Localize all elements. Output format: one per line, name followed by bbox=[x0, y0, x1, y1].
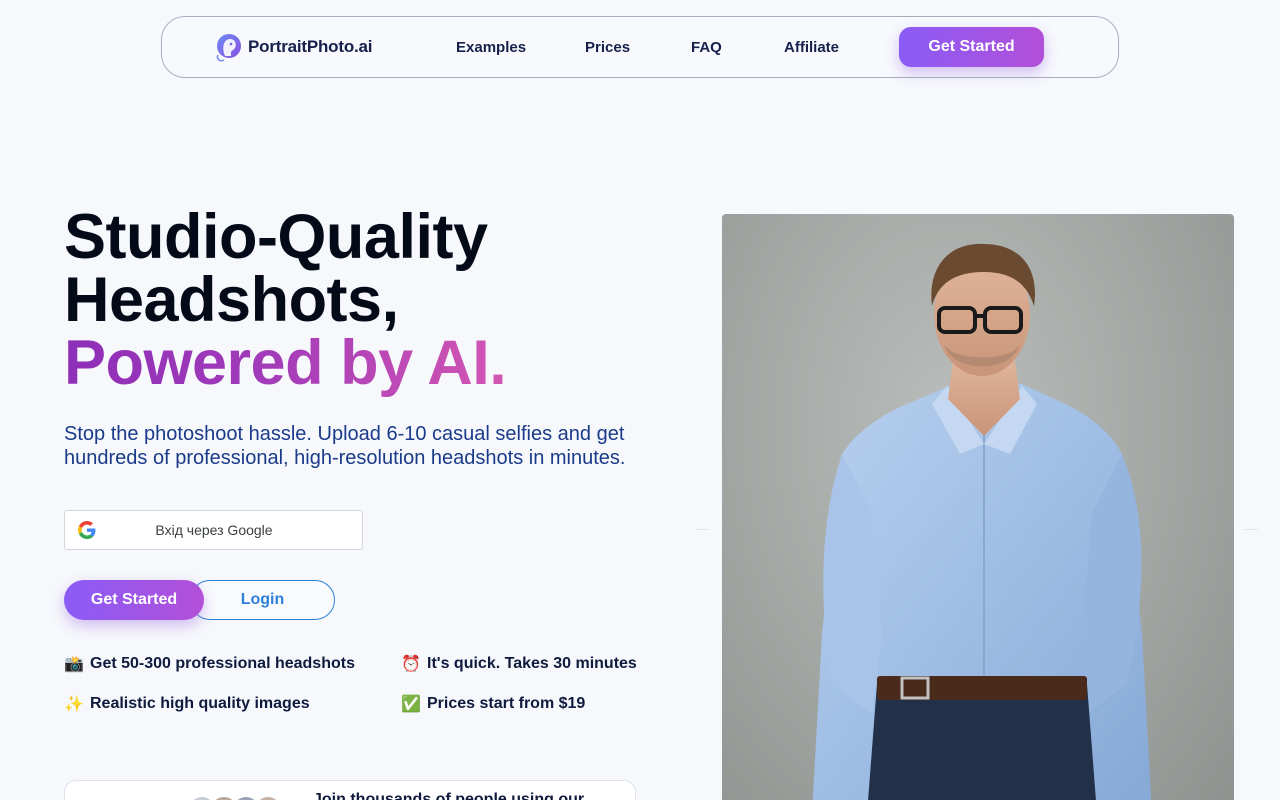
hero-title-line-2: Headshots, bbox=[64, 265, 399, 335]
nav-link-examples[interactable]: Examples bbox=[456, 39, 526, 56]
social-proof-card: Join thousands of people using our bbox=[64, 780, 636, 800]
google-signin-label: Вхід через Google bbox=[155, 522, 273, 538]
brand-name: PortraitPhoto.ai bbox=[248, 37, 373, 56]
portrait-logo-icon bbox=[216, 34, 241, 62]
user-avatars bbox=[187, 795, 283, 800]
hero-subtitle: Stop the photoshoot hassle. Upload 6-10 … bbox=[64, 423, 626, 469]
carousel-prev-indicator bbox=[696, 529, 710, 530]
feature-quality: ✨ Realistic high quality images bbox=[64, 694, 310, 714]
google-signin-button[interactable]: Вхід через Google bbox=[64, 510, 363, 550]
hero-get-started-button[interactable]: Get Started bbox=[64, 580, 204, 620]
hero-portrait-image bbox=[722, 214, 1234, 800]
feature-quality-text: Realistic high quality images bbox=[90, 695, 310, 712]
hero-title: Studio-Quality Headshots, Powered by AI. bbox=[64, 206, 684, 395]
nav-link-affiliate[interactable]: Affiliate bbox=[784, 39, 839, 56]
carousel-next-indicator bbox=[1244, 529, 1258, 530]
check-mark-icon: ✅ bbox=[401, 696, 421, 713]
hero-title-line-3: Powered by AI. bbox=[64, 328, 507, 398]
feature-headshots: 📸 Get 50-300 professional headshots bbox=[64, 654, 355, 674]
feature-quick-text: It's quick. Takes 30 minutes bbox=[427, 655, 637, 672]
alarm-clock-icon: ⏰ bbox=[401, 656, 421, 673]
brand-logo[interactable]: PortraitPhoto.ai bbox=[214, 31, 373, 63]
feature-prices: ✅ Prices start from $19 bbox=[401, 694, 585, 714]
google-icon bbox=[78, 521, 96, 539]
portrait-illustration bbox=[812, 243, 1152, 800]
sparkles-icon: ✨ bbox=[64, 696, 84, 713]
nav-link-faq[interactable]: FAQ bbox=[691, 39, 722, 56]
hero-title-line-1: Studio-Quality bbox=[64, 202, 488, 272]
nav-get-started-button[interactable]: Get Started bbox=[899, 27, 1044, 67]
login-button[interactable]: Login bbox=[190, 580, 335, 620]
feature-headshots-text: Get 50-300 professional headshots bbox=[90, 655, 355, 672]
camera-flash-icon: 📸 bbox=[64, 656, 84, 673]
top-navbar: PortraitPhoto.ai Examples Prices FAQ Aff… bbox=[161, 16, 1119, 78]
feature-quick: ⏰ It's quick. Takes 30 minutes bbox=[401, 654, 637, 674]
social-proof-text: Join thousands of people using our bbox=[313, 791, 585, 800]
avatar bbox=[253, 795, 283, 800]
nav-link-prices[interactable]: Prices bbox=[585, 39, 630, 56]
feature-prices-text: Prices start from $19 bbox=[427, 695, 586, 712]
